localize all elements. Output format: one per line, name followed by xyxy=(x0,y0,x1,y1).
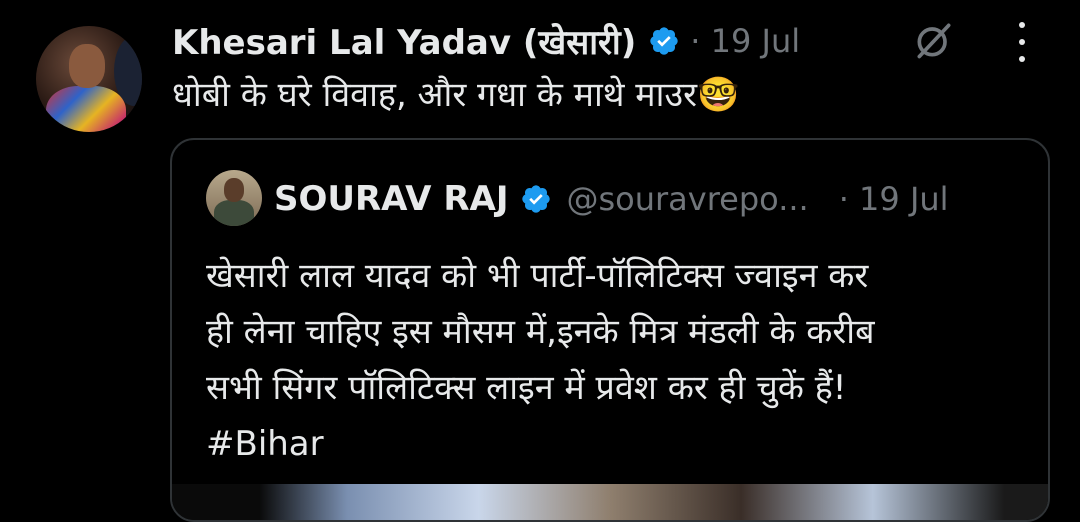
more-options-icon[interactable] xyxy=(1002,22,1042,62)
author-avatar[interactable] xyxy=(36,26,142,132)
quoted-text-line: ही लेना चाहिए इस मौसम में,इनके मित्र मंड… xyxy=(206,312,875,352)
verified-badge-icon[interactable] xyxy=(648,25,680,57)
more-dot xyxy=(1019,22,1025,28)
tweet-date[interactable]: · 19 Jul xyxy=(690,22,800,60)
tweet-text: धोबी के घरे विवाह, और गधा के माथे माउर🤓 xyxy=(172,75,740,115)
quoted-tweet-text: खेसारी लाल यादव को भी पार्टी-पॉलिटिक्स ज… xyxy=(206,248,1026,472)
quoted-author-handle[interactable]: @souravrepo... xyxy=(566,180,808,218)
grok-icon[interactable] xyxy=(912,18,956,62)
author-name[interactable]: Khesari Lal Yadav (खेसारी) xyxy=(172,18,636,64)
quoted-tweet-date[interactable]: · 19 Jul xyxy=(839,180,949,218)
more-dot xyxy=(1019,39,1025,45)
quoted-hashtag[interactable]: #Bihar xyxy=(206,416,1026,472)
quoted-text-line: सभी सिंगर पॉलिटिक्स लाइन में प्रवेश कर ह… xyxy=(206,368,847,408)
quoted-text-line: खेसारी लाल यादव को भी पार्टी-पॉलिटिक्स ज… xyxy=(206,256,869,296)
quoted-media-image[interactable] xyxy=(172,484,1048,520)
more-dot xyxy=(1019,56,1025,62)
quoted-tweet[interactable]: SOURAV RAJ @souravrepo... · 19 Jul खेसार… xyxy=(170,138,1050,522)
verified-badge-icon[interactable] xyxy=(520,183,552,215)
avatar-face xyxy=(69,44,105,88)
avatar-shirt xyxy=(214,200,254,226)
tweet-header: Khesari Lal Yadav (खेसारी) · 19 Jul xyxy=(172,18,800,64)
quoted-author-avatar[interactable] xyxy=(206,170,262,226)
quoted-tweet-header: SOURAV RAJ @souravrepo... · 19 Jul xyxy=(274,176,949,222)
quoted-author-name[interactable]: SOURAV RAJ xyxy=(274,179,508,219)
avatar-shirt xyxy=(46,86,126,132)
avatar-face xyxy=(224,178,244,202)
